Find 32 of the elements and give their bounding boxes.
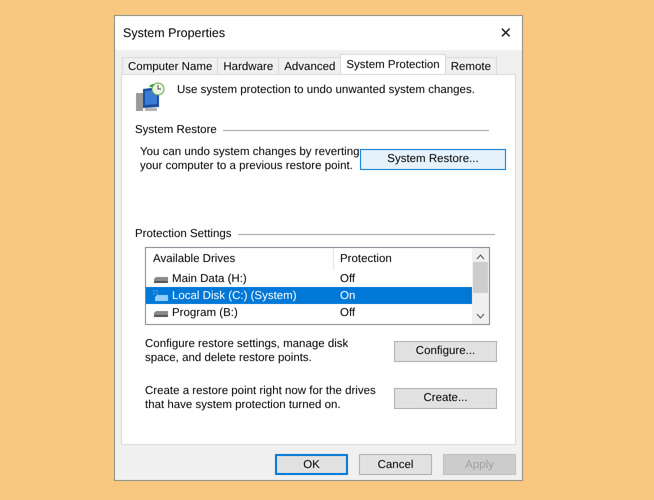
action-button[interactable]: Create... [394,388,497,408]
scroll-up-icon[interactable] [476,254,485,260]
protection-status: Off [339,272,356,284]
drive-row[interactable]: Program (B:) Off [146,304,472,321]
drive-name: Local Disk (C:) (System) [172,290,297,302]
computer-restore-icon [135,81,167,113]
column-header[interactable]: Available Drives [146,248,334,270]
protection-status: Off [339,306,356,318]
tab[interactable]: System Protection [340,54,446,74]
protection-status: On [339,290,356,302]
scroll-down-icon[interactable] [476,313,485,319]
description-text: Create a restore point right now for the drives that have system protection turned on. [145,384,377,412]
tab[interactable]: Computer Name [122,57,218,74]
system-drive-icon [153,290,169,302]
column-header[interactable]: Protection [334,253,392,265]
dialog-button[interactable]: Cancel [359,454,432,475]
close-button[interactable]: ✕ [496,24,516,42]
drive-row[interactable]: Local Disk (C:) (System) On [146,287,472,304]
drive-row[interactable]: Main Data (H:) Off [146,270,472,287]
description-text: You can undo system changes by reverting your computer to a previous restore point. [140,145,360,173]
section-heading: System Restore [135,124,217,136]
drive-name: Program (B:) [172,306,238,318]
drive-name: Main Data (H:) [172,272,247,284]
dialog-button[interactable]: OK [275,454,348,475]
description-text: Configure restore settings, manage disk space, and delete restore points. [145,337,350,365]
tab[interactable]: Remote [444,57,497,74]
intro-text: Use system protection to undo unwanted system changes. [177,84,475,96]
section-heading: Protection Settings [135,228,232,240]
action-button[interactable]: Configure... [394,340,497,362]
system-restore-button[interactable]: System Restore... [360,148,506,170]
window-title: System Properties [123,26,226,40]
scrollbar[interactable] [472,248,489,324]
